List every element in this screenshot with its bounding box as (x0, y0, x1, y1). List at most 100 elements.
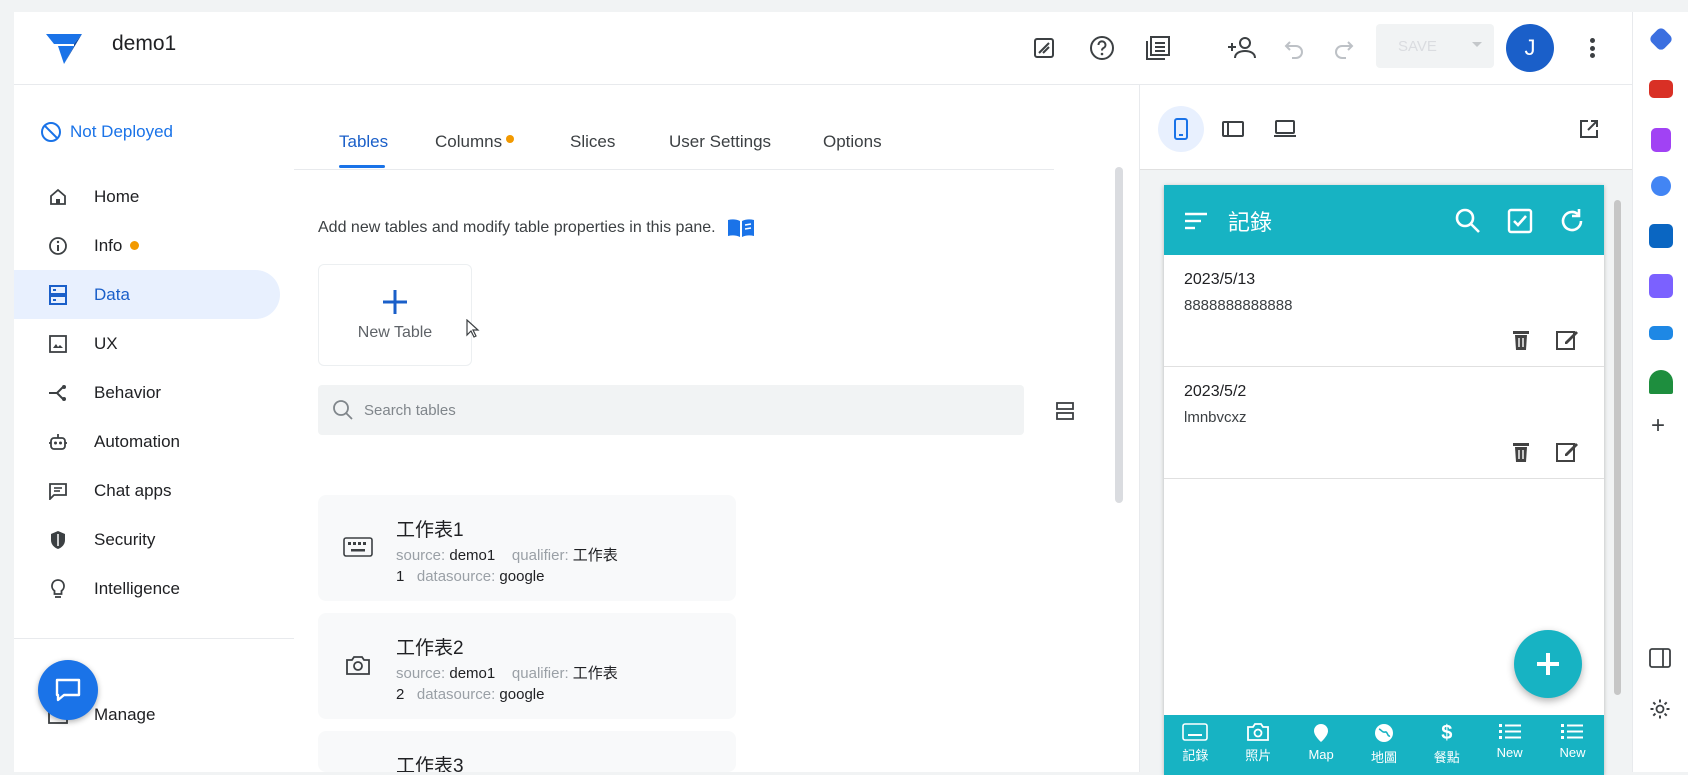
scrollbar[interactable] (1614, 200, 1621, 695)
avatar[interactable]: J (1506, 24, 1554, 72)
tag-extension-icon[interactable] (1648, 26, 1674, 52)
not-deployed-icon (41, 122, 61, 142)
record-date: 2023/5/13 (1184, 271, 1256, 288)
sidebar-item-label: Chat apps (94, 480, 172, 500)
tab-user-settings[interactable]: User Settings (669, 132, 771, 152)
scrollbar[interactable] (1115, 167, 1123, 503)
edit-icon[interactable] (1554, 327, 1580, 353)
bottom-nav-item[interactable]: New (1544, 723, 1600, 775)
add-person-icon[interactable] (1224, 30, 1260, 66)
phone-preview: 記錄 2023/5/13 8888888888888 2023/5/2 lmnb… (1164, 185, 1604, 775)
refresh-icon[interactable] (1558, 207, 1586, 235)
copilot-extension-icon[interactable] (1651, 176, 1671, 196)
more-vert-icon[interactable] (1582, 32, 1602, 64)
lightbulb-icon (44, 577, 72, 601)
bottom-nav-label: Map (1308, 747, 1334, 762)
save-button[interactable]: SAVE (1376, 24, 1494, 68)
record-row[interactable]: 2023/5/2 lmnbvcxz (1164, 367, 1604, 479)
table-qualifier-cont: 1 (396, 568, 405, 585)
table-card[interactable]: 工作表1 source: demo1 qualifier: 工作表 1 data… (318, 495, 736, 601)
table-card[interactable]: 工作表3 (318, 731, 736, 772)
gallery-icon[interactable] (1140, 30, 1176, 66)
preview-pane: 記錄 2023/5/13 8888888888888 2023/5/2 lmnb… (1140, 85, 1632, 775)
sidebar-nav: Home Info Data UX Behavior Automation Ch… (14, 172, 280, 613)
deploy-status[interactable]: Not Deployed (40, 115, 173, 149)
games-extension-icon[interactable] (1651, 128, 1671, 152)
edit-icon[interactable] (1554, 439, 1580, 465)
chevron-down-icon[interactable] (1472, 42, 1482, 47)
sidebar-item-automation[interactable]: Automation (14, 417, 280, 466)
open-in-new-icon[interactable] (1566, 106, 1612, 152)
plus-icon (1537, 653, 1559, 675)
new-table-button[interactable]: New Table (318, 264, 472, 366)
search-input[interactable] (364, 401, 964, 419)
add-record-button[interactable] (1514, 630, 1582, 698)
sidebar-item-home[interactable]: Home (14, 172, 280, 221)
tab-slices[interactable]: Slices (570, 132, 615, 152)
tab-tables[interactable]: Tables (339, 132, 388, 152)
notification-dot (130, 241, 140, 250)
sidebar-item-intelligence[interactable]: Intelligence (14, 564, 280, 613)
docs-book-icon[interactable] (726, 217, 756, 239)
search-tables[interactable] (318, 385, 1024, 435)
search-icon[interactable] (1454, 207, 1482, 235)
desktop-view-icon[interactable] (1262, 106, 1308, 152)
chat-support-button[interactable] (38, 660, 98, 720)
designer-extension-icon[interactable] (1649, 274, 1673, 298)
table-name: 工作表2 (396, 638, 464, 659)
preview-toggle-icon[interactable] (1026, 30, 1062, 66)
bottom-nav-item[interactable]: 照片 (1230, 723, 1286, 775)
send-extension-icon[interactable] (1649, 326, 1673, 340)
appsheet-logo[interactable] (44, 30, 84, 66)
sidebar-item-label: Data (94, 284, 130, 304)
data-icon (44, 283, 72, 307)
record-value: lmnbvcxz (1184, 409, 1247, 426)
select-checkbox-icon[interactable] (1506, 207, 1534, 235)
sidebar-item-label: Manage (94, 704, 156, 724)
bottom-nav-item[interactable]: $ 餐點 (1419, 723, 1475, 775)
add-extension-icon[interactable]: + (1651, 412, 1665, 440)
help-icon[interactable] (1084, 30, 1120, 66)
sidebar-item-info[interactable]: Info (14, 221, 280, 270)
tablet-view-icon[interactable] (1210, 106, 1256, 152)
plus-icon (383, 290, 407, 314)
meta-key: source: (396, 547, 446, 564)
globe-icon (1374, 724, 1393, 742)
toolbox-extension-icon[interactable] (1649, 80, 1673, 98)
tree-extension-icon[interactable] (1649, 370, 1673, 394)
mobile-view-icon[interactable] (1158, 106, 1204, 152)
sort-menu-icon[interactable] (1184, 211, 1208, 231)
table-card[interactable]: 工作表2 source: demo1 qualifier: 工作表 2 data… (318, 613, 736, 719)
delete-icon[interactable] (1508, 439, 1534, 465)
bottom-nav-item[interactable]: New (1482, 723, 1538, 775)
mouse-cursor-icon (466, 319, 480, 338)
sidebar-item-ux[interactable]: UX (14, 319, 280, 368)
sidebar-item-data[interactable]: Data (14, 270, 280, 319)
tab-options[interactable]: Options (823, 132, 882, 152)
shield-icon (44, 528, 72, 552)
meta-key: source: (396, 665, 446, 682)
tab-columns[interactable]: Columns (435, 132, 515, 152)
app-name[interactable]: demo1 (112, 32, 176, 56)
behavior-icon (44, 381, 72, 405)
redo-icon[interactable] (1326, 30, 1362, 66)
automation-icon (44, 430, 72, 454)
undo-icon[interactable] (1276, 30, 1312, 66)
sidebar-item-security[interactable]: Security (14, 515, 280, 564)
pane-description: Add new tables and modify table properti… (318, 217, 756, 239)
bottom-nav-item[interactable]: 記錄 (1167, 723, 1223, 775)
sidebar-item-chat-apps[interactable]: Chat apps (14, 466, 280, 515)
sidebar-item-behavior[interactable]: Behavior (14, 368, 280, 417)
settings-gear-icon[interactable] (1649, 698, 1671, 720)
delete-icon[interactable] (1508, 327, 1534, 353)
deploy-status-label: Not Deployed (70, 122, 174, 141)
sidebar-toggle-icon[interactable] (1649, 648, 1671, 668)
view-toggle-icon[interactable] (1054, 400, 1076, 422)
bottom-nav-label: 餐點 (1433, 750, 1460, 765)
outlook-extension-icon[interactable] (1649, 224, 1673, 248)
bottom-nav-item[interactable]: 地圖 (1356, 723, 1412, 775)
home-icon (44, 185, 72, 209)
bottom-nav-item[interactable]: Map (1293, 723, 1349, 775)
record-row[interactable]: 2023/5/13 8888888888888 (1164, 255, 1604, 367)
keyboard-icon (342, 533, 374, 561)
